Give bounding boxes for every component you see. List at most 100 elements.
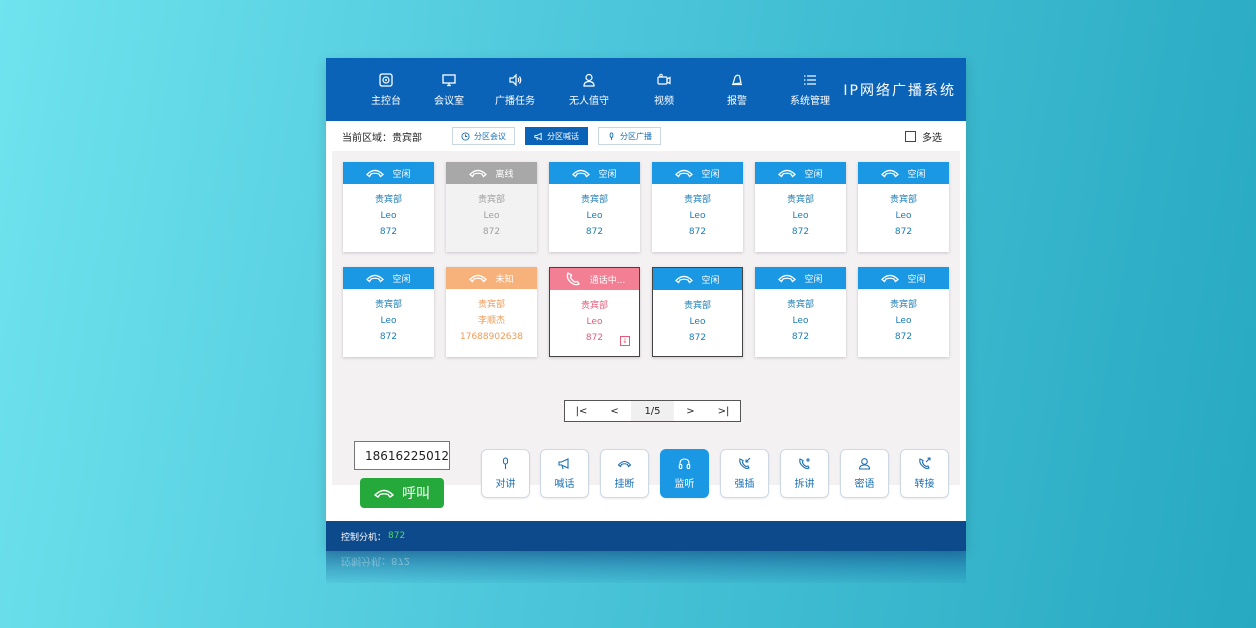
phone-forward-icon (919, 457, 931, 469)
camera-icon (657, 73, 671, 85)
card-name: Leo (586, 317, 603, 327)
handset-icon (572, 169, 591, 178)
zone-meeting-button[interactable]: 分区会议 (452, 127, 515, 145)
card-status: 通话中... (589, 275, 626, 286)
handset-icon (778, 274, 797, 283)
transfer-button[interactable]: 转接 (900, 449, 949, 498)
area-toolbar: 当前区域：贵宾部 分区会议 分区喊话 分区广播 多选 (326, 121, 966, 151)
last-page-button[interactable]: >| (707, 401, 740, 421)
app-window: 主控台 会议室 广播任务 无人值守 视频 报警 系统管理 IP网络广播系统 当前… (326, 58, 966, 551)
card-extension: 872 (688, 227, 707, 237)
card-department: 贵宾部 (889, 300, 917, 310)
card-status-bar: 空闲 (653, 268, 742, 290)
pagination: |< < 1/5 > >| (564, 400, 741, 422)
card-extension: 872 (688, 333, 707, 343)
nav-video[interactable]: 视频 (628, 58, 700, 121)
phone-number-input[interactable] (354, 441, 450, 470)
current-area-label: 当前区域：贵宾部 (342, 132, 422, 144)
split-talk-button[interactable]: 拆讲 (780, 449, 829, 498)
multi-select[interactable]: 多选 (905, 129, 942, 144)
terminal-card[interactable]: 通话中... 贵宾部 Leo 872 ↓ (549, 267, 640, 357)
handset-icon (675, 275, 694, 284)
user-headset-icon (858, 458, 871, 470)
card-body: 贵宾部 Leo 872 (652, 184, 743, 240)
card-department: 贵宾部 (786, 300, 814, 310)
shout-button[interactable]: 喊话 (540, 449, 589, 498)
card-status: 离线 (495, 169, 514, 180)
terminal-card[interactable]: 空闲 贵宾部 Leo 872 (858, 267, 949, 357)
terminal-card[interactable]: 未知 贵宾部 李顺杰 17688902638 (446, 267, 537, 357)
call-button[interactable]: 呼叫 (360, 478, 444, 508)
card-name: Leo (689, 211, 706, 221)
card-body: 贵宾部 Leo 872 (755, 184, 846, 240)
intercom-button[interactable]: 对讲 (481, 449, 530, 498)
terminal-card[interactable]: 离线贵宾部 Leo 872 (446, 162, 537, 252)
card-extension: 872 (379, 332, 398, 342)
card-body: 贵宾部 李顺杰 17688902638 (446, 289, 537, 345)
window-reflection: 控制分机：872 (326, 551, 966, 583)
zone-shout-button[interactable]: 分区喊话 (525, 127, 588, 145)
alarm-icon (732, 74, 742, 85)
card-department: 贵宾部 (683, 301, 711, 311)
multi-select-label: 多选 (922, 133, 942, 144)
nav-system-management[interactable]: 系统管理 (774, 58, 846, 121)
card-status: 空闲 (392, 274, 411, 285)
card-body: 贵宾部 Leo 872 (343, 184, 434, 240)
card-extension: 872 (585, 227, 604, 237)
nav-label: 报警 (727, 95, 747, 107)
terminal-card[interactable]: 空闲 贵宾部 Leo 872 (755, 267, 846, 357)
zone-broadcast-label: 分区广播 (620, 131, 652, 141)
card-status: 空闲 (907, 169, 926, 180)
terminal-card[interactable]: 空闲 贵宾部 Leo 872 (652, 267, 743, 357)
card-status-bar: 空闲 (755, 162, 846, 184)
handset-icon (675, 169, 694, 178)
nav-broadcast-task[interactable]: 广播任务 (480, 58, 550, 121)
whisper-button[interactable]: 密语 (840, 449, 889, 498)
hangup-button[interactable]: 挂断 (600, 449, 649, 498)
phone-icon (374, 489, 394, 498)
monitor-button[interactable]: 监听 (660, 449, 709, 498)
card-status: 空闲 (598, 169, 617, 180)
card-name: Leo (380, 316, 397, 326)
card-name: Leo (586, 211, 603, 221)
clock-icon (461, 131, 470, 141)
zone-meeting-label: 分区会议 (474, 131, 506, 141)
card-body: 贵宾部 Leo 872 (858, 184, 949, 240)
nav-alarm[interactable]: 报警 (700, 58, 774, 121)
next-page-button[interactable]: > (674, 401, 707, 421)
terminal-card[interactable]: 空闲贵宾部 Leo 872 (858, 162, 949, 252)
terminal-card[interactable]: 空闲贵宾部 Leo 872 (343, 162, 434, 252)
terminal-card[interactable]: 空闲 贵宾部 Leo 872 (652, 162, 743, 252)
zone-broadcast-button[interactable]: 分区广播 (598, 127, 661, 145)
nav-label: 主控台 (371, 95, 401, 107)
card-department: 贵宾部 (477, 300, 505, 310)
card-status-bar: 空闲 (549, 162, 640, 184)
nav-meeting-room[interactable]: 会议室 (418, 58, 480, 121)
first-page-button[interactable]: |< (565, 401, 598, 421)
multi-select-checkbox[interactable] (905, 131, 916, 142)
card-department: 贵宾部 (374, 195, 402, 205)
force-insert-button[interactable]: 强插 (720, 449, 769, 498)
card-body: 贵宾部 Leo 872 (446, 184, 537, 240)
download-icon[interactable]: ↓ (620, 336, 630, 346)
page-indicator: 1/5 (631, 401, 674, 421)
handset-icon (778, 169, 797, 178)
terminal-card[interactable]: 空闲 贵宾部 Leo 872 (755, 162, 846, 252)
card-extension: 17688902638 (460, 332, 523, 342)
nav-console[interactable]: 主控台 (354, 58, 418, 121)
card-status: 空闲 (392, 169, 411, 180)
prev-page-button[interactable]: < (598, 401, 631, 421)
card-body: 贵宾部 Leo 872 (653, 290, 742, 346)
phone-incoming-icon (739, 457, 751, 469)
terminal-card[interactable]: 空闲 贵宾部 Leo 872 (343, 267, 434, 357)
card-extension: 872 (379, 227, 398, 237)
force-insert-label: 强插 (734, 479, 755, 490)
card-status-bar: 空闲 (755, 267, 846, 289)
terminal-card[interactable]: 空闲 贵宾部 Leo 872 (549, 162, 640, 252)
handset-icon (881, 274, 900, 283)
hangup-icon (618, 460, 631, 468)
handset-icon (366, 274, 385, 283)
card-name: Leo (895, 316, 912, 326)
nav-unattended[interactable]: 无人值守 (550, 58, 628, 121)
card-status-bar: 空闲 (858, 162, 949, 184)
